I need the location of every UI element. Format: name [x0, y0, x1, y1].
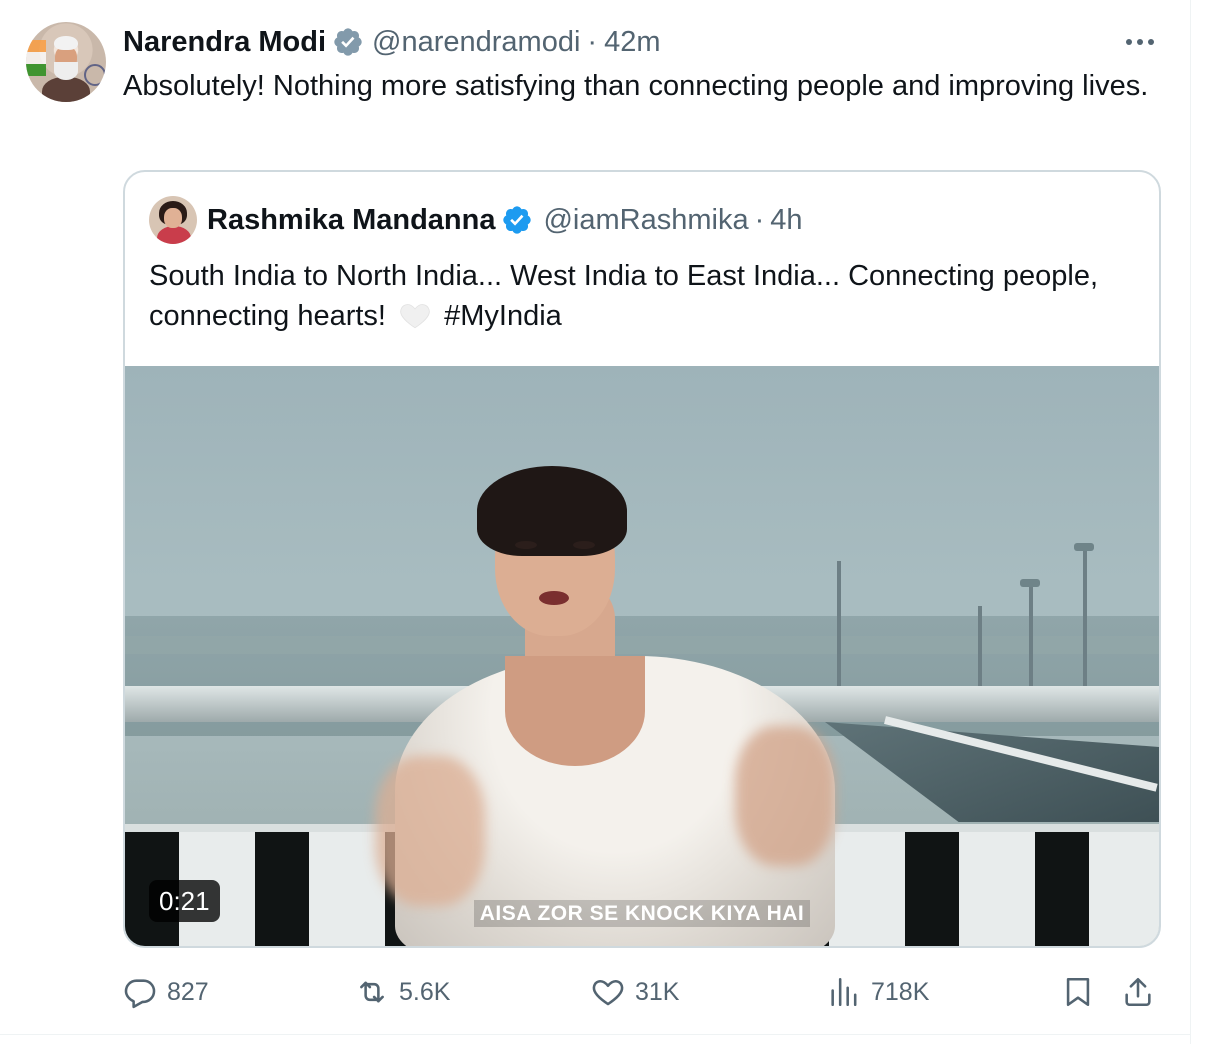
tweet-text: Absolutely! Nothing more satisfying than…	[123, 70, 1149, 102]
quoted-avatar-dress	[157, 226, 191, 244]
more-icon[interactable]	[1120, 30, 1160, 54]
video-pole	[978, 606, 982, 686]
quoted-tweet[interactable]: Rashmika Mandanna @iamRashmika · 4h Sout…	[123, 170, 1161, 948]
video-player[interactable]: 0:21 AISA ZOR SE KNOCK KIYA HAI	[125, 366, 1159, 946]
avatar-body	[42, 77, 90, 102]
like-icon	[592, 979, 624, 1006]
share-button[interactable]	[1121, 970, 1165, 1014]
person-hand	[735, 726, 835, 866]
share-icon	[1125, 977, 1151, 1007]
avatar-hair	[54, 36, 78, 50]
header-separator: ·	[587, 25, 598, 58]
person-eye	[573, 541, 595, 549]
like-count: 31K	[635, 977, 680, 1006]
quoted-author-handle[interactable]: @iamRashmika	[543, 204, 748, 237]
tweet-actions-bar: 827 5.6K 31K 718K	[123, 970, 1163, 1014]
bottom-divider	[0, 1034, 1190, 1035]
author-name[interactable]: Narendra Modi	[123, 26, 326, 59]
person-hand	[375, 756, 485, 906]
quoted-text-main: South India to North India... West India…	[149, 260, 1098, 332]
video-subtitle: AISA ZOR SE KNOCK KIYA HAI	[125, 900, 1159, 927]
avatar-emblem	[84, 64, 106, 86]
bookmark-button[interactable]	[1061, 970, 1105, 1014]
bookmark-icon	[1066, 977, 1090, 1007]
repost-icon	[360, 981, 384, 1003]
right-divider	[1190, 0, 1191, 1044]
video-pole	[1083, 546, 1087, 686]
avatar-flag	[26, 40, 46, 76]
author-avatar[interactable]	[26, 22, 106, 102]
tweet-header: Narendra Modi @narendramodi · 42m	[123, 22, 661, 62]
video-subtitle-text: AISA ZOR SE KNOCK KIYA HAI	[473, 900, 811, 927]
video-lamp	[1020, 579, 1040, 587]
quoted-author-avatar[interactable]	[149, 196, 197, 244]
quoted-header-separator: ·	[754, 203, 765, 236]
person-hair	[477, 466, 627, 556]
reply-button[interactable]: 827	[123, 970, 209, 1014]
avatar-beard	[54, 62, 78, 80]
quoted-tweet-text: South India to North India... West India…	[149, 256, 1109, 336]
tweet-timestamp[interactable]: 42m	[604, 26, 660, 59]
person-neckline	[505, 656, 645, 766]
quoted-tweet-header: Rashmika Mandanna @iamRashmika · 4h	[207, 200, 803, 240]
reply-count: 827	[167, 977, 209, 1006]
repost-button[interactable]: 5.6K	[355, 970, 450, 1014]
quoted-hashtag[interactable]: #MyIndia	[444, 300, 562, 332]
repost-count: 5.6K	[399, 977, 451, 1006]
video-person	[355, 426, 875, 946]
author-handle[interactable]: @narendramodi	[372, 26, 580, 59]
verified-badge-icon[interactable]	[501, 204, 533, 236]
views-button[interactable]: 718K	[827, 970, 929, 1014]
verified-badge-icon[interactable]	[332, 26, 364, 58]
like-button[interactable]: 31K	[591, 970, 679, 1014]
white-heart-icon	[400, 304, 430, 329]
views-icon	[831, 977, 857, 1007]
person-eye	[515, 541, 537, 549]
video-lamp	[1074, 543, 1094, 551]
views-count: 718K	[871, 977, 930, 1006]
quoted-avatar-face	[164, 208, 182, 228]
video-pole	[1029, 581, 1033, 686]
person-mouth	[539, 591, 569, 605]
quoted-author-name[interactable]: Rashmika Mandanna	[207, 204, 495, 237]
quoted-tweet-timestamp[interactable]: 4h	[770, 204, 802, 237]
reply-icon	[124, 979, 156, 1009]
